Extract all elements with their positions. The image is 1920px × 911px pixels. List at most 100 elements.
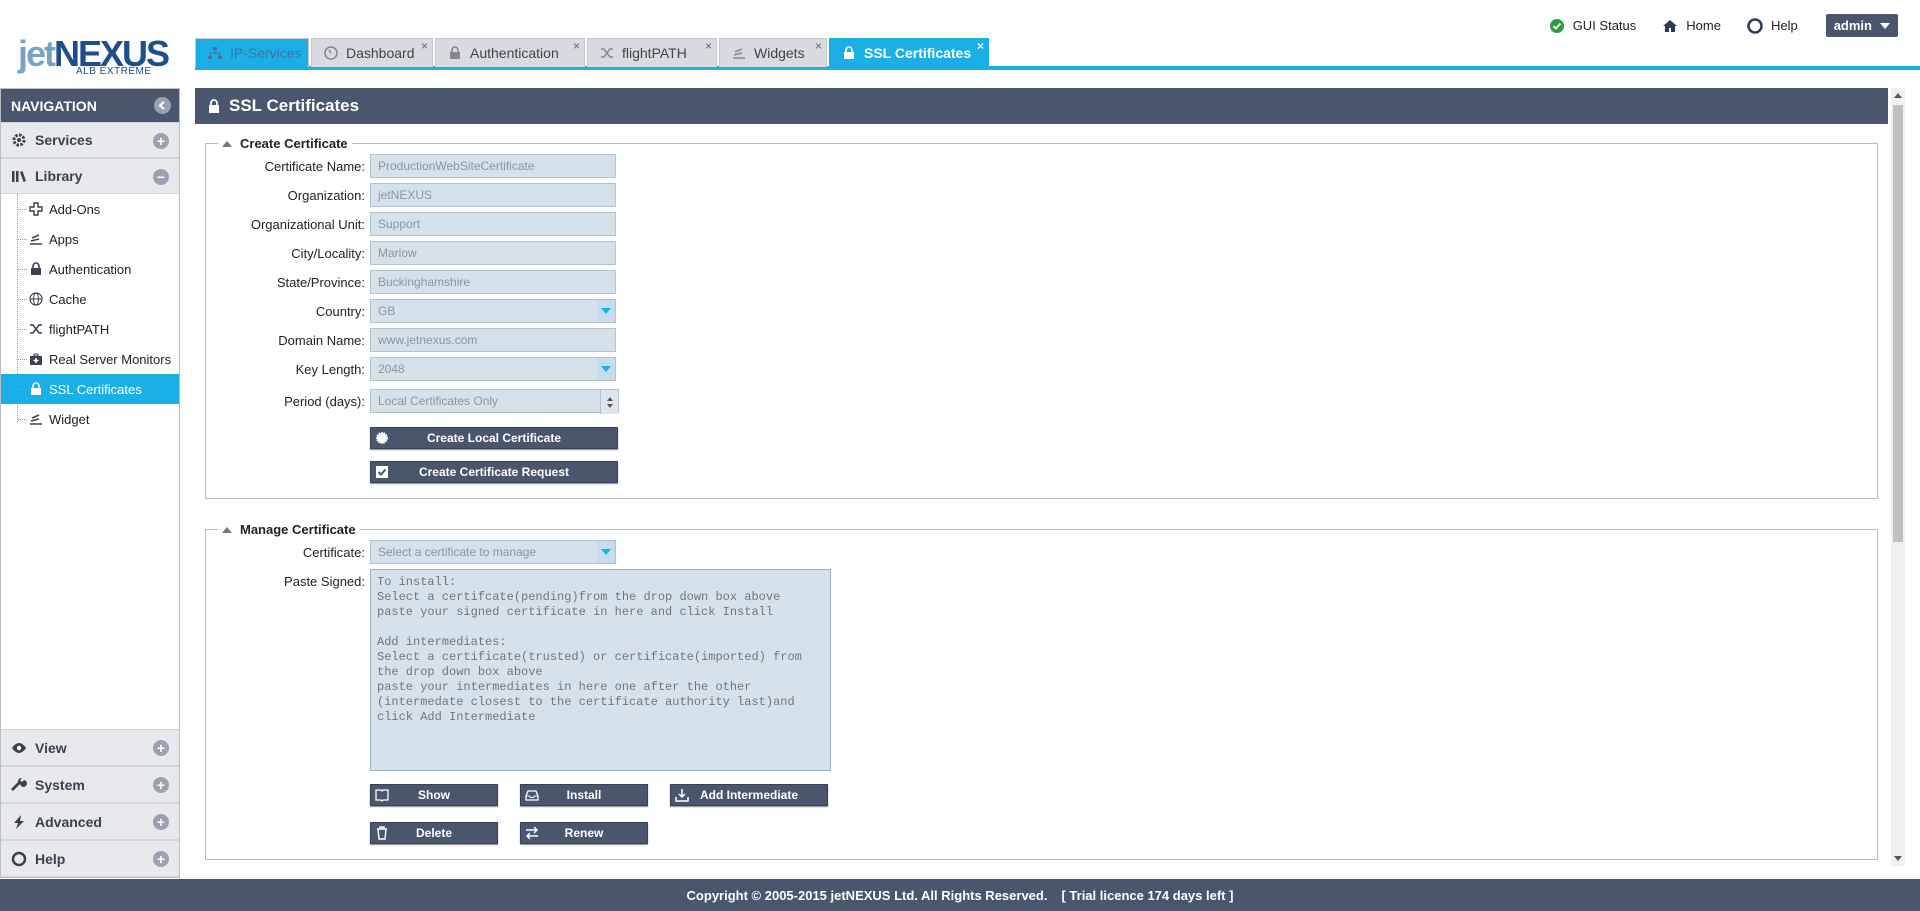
expand-icon[interactable]: + — [153, 814, 169, 830]
nav-section-advanced[interactable]: Advanced + — [1, 803, 179, 840]
home-label: Home — [1686, 18, 1721, 33]
tab-close-icon[interactable]: × — [815, 39, 822, 53]
certificate-select[interactable]: Select a certificate to manage — [370, 540, 616, 564]
user-name: admin — [1833, 18, 1872, 33]
library-items: Add-Ons Apps Authentication Cache flight… — [1, 194, 179, 434]
tab-label: Authentication — [470, 45, 559, 61]
checkbox-icon — [376, 466, 388, 478]
scroll-down-arrow[interactable] — [1894, 856, 1902, 861]
create-certificate-legend[interactable]: Create Certificate — [218, 136, 352, 151]
tab-dashboard[interactable]: Dashboard × — [311, 38, 433, 67]
tab-close-icon[interactable]: × — [421, 39, 428, 53]
user-menu-button[interactable]: admin — [1825, 14, 1898, 37]
collapse-triangle-icon[interactable] — [222, 526, 232, 533]
tab-close-icon[interactable]: × — [977, 39, 984, 53]
check-circle-icon — [1549, 18, 1564, 33]
navigation-header: NAVIGATION — [1, 89, 179, 122]
nav-section-view[interactable]: View + — [1, 729, 179, 766]
sidebar-item-label: Real Server Monitors — [49, 351, 172, 367]
certificate-select-placeholder: Select a certificate to manage — [378, 545, 537, 559]
collapse-sidebar-icon[interactable] — [154, 97, 171, 114]
expand-icon[interactable]: + — [153, 851, 169, 867]
nav-section-system[interactable]: System + — [1, 766, 179, 803]
scrollbar-thumb[interactable] — [1893, 105, 1903, 542]
manage-certificate-legend[interactable]: Manage Certificate — [218, 522, 360, 537]
button-label: Create Local Certificate — [426, 431, 562, 445]
shuffle-icon — [30, 324, 42, 334]
gui-status-link[interactable]: GUI Status — [1549, 18, 1636, 34]
install-button[interactable]: Install — [520, 784, 648, 806]
button-label: Delete — [415, 826, 453, 840]
dropdown-arrow-icon[interactable] — [597, 300, 615, 322]
certificate-name-input[interactable]: ProductionWebSiteCertificate — [370, 154, 616, 178]
key-length-label: Key Length: — [295, 361, 365, 377]
expand-icon[interactable]: + — [153, 740, 169, 756]
country-label: Country: — [315, 303, 365, 319]
dropdown-arrow-icon[interactable] — [597, 358, 615, 380]
button-label: Install — [566, 788, 602, 802]
stack-icon — [30, 234, 42, 245]
tab-flightpath[interactable]: flightPATH × — [587, 38, 717, 67]
delete-button[interactable]: Delete — [370, 822, 498, 844]
country-select[interactable]: GB — [370, 299, 616, 323]
sidebar-item-real-server-monitors[interactable]: Real Server Monitors — [15, 344, 179, 374]
expand-icon[interactable]: + — [153, 777, 169, 793]
tab-close-icon[interactable]: × — [573, 39, 580, 53]
dropdown-arrow-icon[interactable] — [597, 541, 615, 563]
nav-section-services[interactable]: Services + — [1, 122, 179, 158]
home-link[interactable]: Home — [1662, 18, 1721, 34]
sidebar-item-widget[interactable]: Widget — [15, 404, 179, 434]
top-navigation: GUI Status Home Help admin — [1523, 14, 1898, 37]
renew-button[interactable]: Renew — [520, 822, 648, 844]
city-input[interactable]: Marlow — [370, 241, 616, 265]
wrench-icon — [11, 777, 27, 791]
create-certificate-request-button[interactable]: Create Certificate Request — [370, 461, 618, 483]
tab-ssl-certificates[interactable]: SSL Certificates × — [829, 38, 989, 67]
add-intermediate-button[interactable]: Add Intermediate — [670, 784, 828, 806]
expand-icon[interactable]: + — [153, 133, 169, 149]
country-value: GB — [378, 304, 396, 318]
nav-section-label: Services — [35, 132, 93, 148]
sidebar-item-authentication[interactable]: Authentication — [15, 254, 179, 284]
nav-section-library[interactable]: Library − — [1, 158, 179, 194]
sidebar-item-ssl-certificates[interactable]: SSL Certificates — [1, 374, 179, 404]
paste-signed-label: Paste Signed: — [284, 573, 365, 589]
page-title: SSL Certificates — [229, 96, 360, 115]
sidebar-item-cache[interactable]: Cache — [15, 284, 179, 314]
tab-bar: IP-Services Dashboard × Authentication ×… — [195, 38, 1920, 70]
spinner-arrows-icon[interactable] — [600, 390, 618, 414]
lifebuoy-icon — [11, 851, 27, 866]
logo-text-jet: jet — [18, 33, 56, 74]
organization-input[interactable]: jetNEXUS — [370, 183, 616, 207]
key-length-select[interactable]: 2048 — [370, 357, 616, 381]
tab-label: SSL Certificates — [864, 45, 972, 61]
domain-name-input[interactable]: www.jetnexus.com — [370, 328, 616, 352]
sidebar-item-label: SSL Certificates — [49, 381, 142, 397]
shuffle-icon — [601, 48, 613, 58]
scroll-up-arrow[interactable] — [1894, 93, 1902, 98]
nav-section-help[interactable]: Help + — [1, 840, 179, 877]
organizational-unit-input[interactable]: Support — [370, 212, 616, 236]
legend-label: Manage Certificate — [240, 522, 356, 537]
domain-name-label: Domain Name: — [278, 332, 365, 348]
show-button[interactable]: Show — [370, 784, 498, 806]
navigation-title: NAVIGATION — [11, 97, 97, 114]
tab-authentication[interactable]: Authentication × — [435, 38, 585, 67]
lightning-icon — [14, 814, 24, 829]
sidebar-item-apps[interactable]: Apps — [15, 224, 179, 254]
collapse-triangle-icon[interactable] — [222, 140, 232, 147]
tab-ip-services[interactable]: IP-Services — [195, 38, 309, 67]
period-spinner[interactable]: Local Certificates Only — [370, 389, 619, 414]
create-local-certificate-button[interactable]: Create Local Certificate — [370, 427, 618, 449]
tab-close-icon[interactable]: × — [705, 39, 712, 53]
vertical-scrollbar[interactable] — [1891, 88, 1905, 866]
globe-icon — [29, 292, 43, 306]
sidebar-item-add-ons[interactable]: Add-Ons — [15, 194, 179, 224]
state-input[interactable]: Buckinghamshire — [370, 270, 616, 294]
sidebar-item-flightpath[interactable]: flightPATH — [15, 314, 179, 344]
lock-icon — [31, 262, 41, 275]
paste-signed-textarea[interactable] — [370, 569, 831, 771]
collapse-icon[interactable]: − — [153, 169, 169, 185]
help-link[interactable]: Help — [1747, 17, 1798, 34]
tab-widgets[interactable]: Widgets × — [719, 38, 827, 67]
